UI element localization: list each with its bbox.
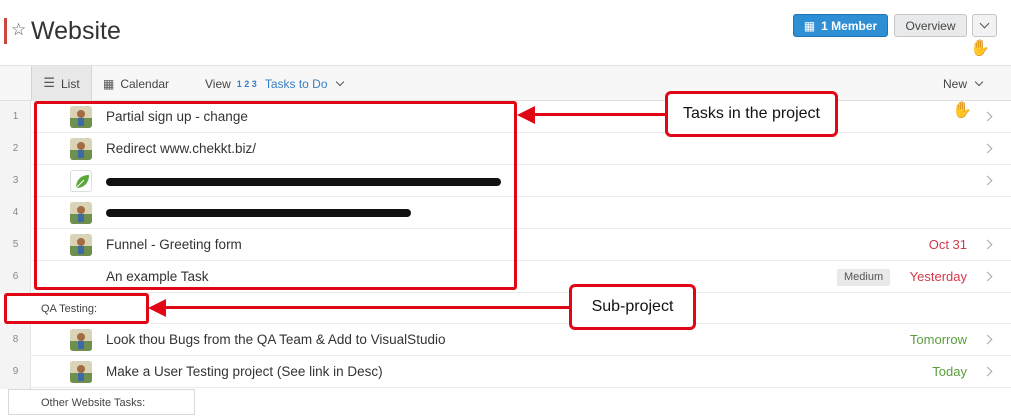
- row-number: 8: [12, 334, 19, 345]
- due-date[interactable]: Oct 31: [929, 229, 967, 261]
- chevron-right-icon[interactable]: [982, 366, 993, 377]
- tasks-highlight-box: [34, 101, 517, 290]
- calendar-icon: ▦: [103, 76, 115, 91]
- tab-list[interactable]: ☰ List: [31, 66, 92, 101]
- row-number: 2: [12, 143, 19, 154]
- due-date[interactable]: Yesterday: [910, 261, 967, 293]
- overview-button[interactable]: Overview: [894, 14, 967, 37]
- view-menu[interactable]: View 1 2 3 Tasks to Do: [205, 66, 344, 101]
- avatar: [70, 361, 92, 383]
- chevron-right-icon[interactable]: [982, 239, 993, 250]
- subproject-arrow-line: [162, 306, 572, 309]
- tasks-arrow-line: [532, 113, 668, 116]
- members-button[interactable]: ▦ 1 Member: [793, 14, 888, 37]
- chevron-down-icon: [335, 77, 344, 87]
- tasks-arrow-head: [517, 106, 535, 124]
- chevron-right-icon[interactable]: [982, 334, 993, 345]
- project-header: ☆ Website ▦ 1 Member Overview ✋: [0, 0, 1011, 66]
- chevron-right-icon[interactable]: [982, 111, 993, 122]
- members-button-label: 1 Member: [821, 18, 878, 33]
- list-icon: ☰: [43, 76, 55, 91]
- table-row[interactable]: 8 Look thou Bugs from the QA Team & Add …: [13, 324, 1011, 356]
- project-menu-button[interactable]: [972, 14, 997, 37]
- new-menu[interactable]: New: [943, 66, 984, 101]
- star-icon[interactable]: ☆: [11, 20, 26, 40]
- table-row[interactable]: 9 Make a User Testing project (See link …: [13, 356, 1011, 388]
- subproject-arrow-head: [148, 299, 166, 317]
- subproject-callout: Sub-project: [569, 284, 696, 330]
- tab-calendar-label: Calendar: [120, 76, 170, 91]
- avatar: [70, 329, 92, 351]
- view-label: View: [205, 76, 231, 91]
- row-number: 4: [12, 207, 19, 218]
- chevron-right-icon[interactable]: [982, 143, 993, 154]
- chevron-down-icon: [974, 77, 984, 87]
- project-color-bar: [4, 18, 7, 44]
- priority-badge: Medium: [837, 269, 891, 286]
- task-name[interactable]: Look thou Bugs from the QA Team & Add to…: [106, 324, 445, 356]
- row-number: 9: [12, 366, 19, 377]
- task-name[interactable]: Make a User Testing project (See link in…: [106, 356, 383, 388]
- tab-calendar[interactable]: ▦ Calendar: [103, 66, 169, 101]
- page-title: Website: [31, 17, 121, 45]
- tasks-callout: Tasks in the project: [665, 91, 838, 137]
- view-value: Tasks to Do: [264, 76, 328, 91]
- row-number: 3: [12, 175, 19, 186]
- tab-list-label: List: [60, 76, 80, 91]
- subproject-header[interactable]: Other Website Tasks:: [0, 389, 1011, 418]
- new-label: New: [943, 76, 968, 91]
- cursor-icon: ✋: [970, 38, 990, 57]
- subproject-highlight-box: [4, 293, 149, 324]
- row-number: 5: [12, 239, 19, 250]
- sort-icon: 1 2 3: [236, 78, 257, 89]
- subproject-label: Other Website Tasks:: [41, 397, 146, 409]
- row-number: 6: [12, 271, 19, 282]
- toolbar: ☰ List ▦ Calendar View 1 2 3 Tasks to Do…: [0, 66, 1011, 101]
- building-icon: ▦: [803, 18, 816, 33]
- due-date[interactable]: Today: [932, 356, 967, 388]
- row-number: 1: [12, 111, 19, 122]
- chevron-right-icon[interactable]: [982, 175, 993, 186]
- cursor-icon: ✋: [952, 100, 972, 119]
- chevron-right-icon[interactable]: [982, 271, 993, 282]
- chevron-down-icon: [979, 18, 990, 29]
- due-date[interactable]: Tomorrow: [910, 324, 967, 356]
